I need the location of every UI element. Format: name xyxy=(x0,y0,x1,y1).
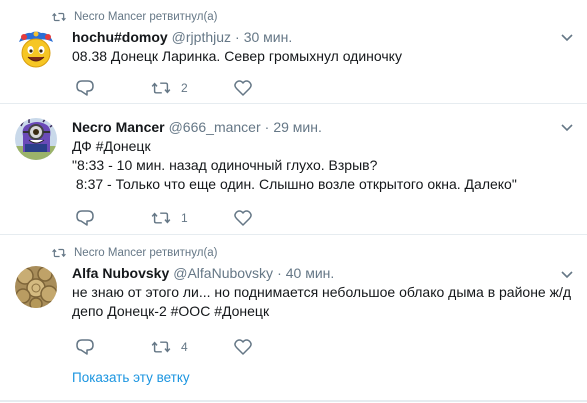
reply-button[interactable] xyxy=(76,208,94,228)
display-name[interactable]: Alfa Nubovsky xyxy=(72,265,169,281)
retweet-button[interactable]: 4 xyxy=(151,337,188,357)
retweet-icon xyxy=(151,341,171,353)
retweet-icon xyxy=(52,12,66,22)
timestamp[interactable]: 29 мин. xyxy=(273,119,322,135)
like-button[interactable] xyxy=(234,337,262,357)
retweet-icon xyxy=(52,248,66,258)
tweet-header: Necro Mancer @666_mancer · 29 мин. xyxy=(72,118,322,136)
reply-icon xyxy=(76,210,94,226)
heart-icon xyxy=(234,339,252,355)
chevron-down-icon[interactable] xyxy=(561,34,573,42)
reply-icon xyxy=(76,339,94,355)
retweet-icon xyxy=(151,82,171,94)
user-handle[interactable]: @rjpthjuz xyxy=(172,29,231,45)
avatar[interactable] xyxy=(15,266,57,308)
retweet-context-text[interactable]: Necro Mancer ретвитнул(а) xyxy=(74,11,218,23)
tweet-actions: 1 xyxy=(72,208,292,228)
user-handle[interactable]: @666_mancer xyxy=(169,119,261,135)
retweet-count: 4 xyxy=(181,340,188,354)
tweet-text-line: депо Донецк-2 #ООС #Донецк xyxy=(72,303,270,319)
retweet-context-text[interactable]: Necro Mancer ретвитнул(а) xyxy=(74,247,218,259)
separator-dot: · xyxy=(277,265,282,281)
tweet-2[interactable]: Necro Mancer @666_mancer · 29 мин. ДФ #Д… xyxy=(0,104,587,234)
tweet-1[interactable]: Necro Mancer ретвитнул(а) hochu#domoy @r… xyxy=(0,0,587,103)
heart-icon xyxy=(234,80,252,96)
avatar[interactable] xyxy=(15,118,57,160)
reply-button[interactable] xyxy=(76,337,94,357)
retweet-count: 2 xyxy=(181,81,188,95)
tweet-header: Alfa Nubovsky @AlfaNubovsky · 40 мин. xyxy=(72,264,334,282)
tweet-text: ДФ #Донецк "8:33 - 10 мин. назад одиночн… xyxy=(72,137,572,194)
retweet-button[interactable]: 2 xyxy=(151,78,188,98)
retweet-context: Necro Mancer ретвитнул(а) xyxy=(52,9,218,25)
separator-dot: · xyxy=(235,29,240,45)
display-name[interactable]: hochu#domoy xyxy=(72,29,168,45)
tweet-header: hochu#domoy @rjpthjuz · 30 мин. xyxy=(72,28,292,46)
avatar[interactable] xyxy=(15,28,57,70)
chevron-down-icon[interactable] xyxy=(561,271,573,279)
timeline-feed: Necro Mancer ретвитнул(а) hochu#domoy @r… xyxy=(0,0,587,403)
heart-icon xyxy=(234,210,252,226)
like-button[interactable] xyxy=(234,78,262,98)
retweet-icon xyxy=(151,212,171,224)
display-name[interactable]: Necro Mancer xyxy=(72,119,165,135)
tweet-text-line: 8:37 - Только что еще один. Слышно возле… xyxy=(72,176,517,192)
smiley-avatar-image xyxy=(15,28,57,70)
chevron-down-icon[interactable] xyxy=(561,124,573,132)
user-handle[interactable]: @AlfaNubovsky xyxy=(173,265,273,281)
timestamp[interactable]: 40 мин. xyxy=(286,265,335,281)
separator-dot: · xyxy=(264,119,270,135)
show-thread-link[interactable]: Показать эту ветку xyxy=(72,370,190,385)
tweet-actions: 2 xyxy=(72,78,292,98)
retweet-count: 1 xyxy=(181,211,188,225)
reply-button[interactable] xyxy=(76,78,94,98)
coin-pattern-avatar-image xyxy=(15,266,57,308)
tweet-actions: 4 xyxy=(72,337,292,357)
reply-icon xyxy=(76,80,94,96)
timestamp[interactable]: 30 мин. xyxy=(244,29,293,45)
tweet-text: не знаю от этого ли... но поднимается не… xyxy=(72,283,572,321)
like-button[interactable] xyxy=(234,208,262,228)
retweet-button[interactable]: 1 xyxy=(151,208,188,228)
minion-avatar-image xyxy=(15,118,57,160)
tweet-text-line: не знаю от этого ли... но поднимается не… xyxy=(72,284,572,300)
tweet-text: 08.38 Донецк Ларинка. Север громыхнул од… xyxy=(72,47,572,66)
tweet-text-line: ДФ #Донецк xyxy=(72,138,151,154)
feed-bottom-border xyxy=(0,400,587,402)
tweet-3[interactable]: Necro Mancer ретвитнул(а) Alfa Nubovsky … xyxy=(0,235,587,403)
tweet-text-line: "8:33 - 10 мин. назад одиночный глухо. В… xyxy=(72,157,378,173)
retweet-context: Necro Mancer ретвитнул(а) xyxy=(52,245,218,261)
tweet-text-line: 08.38 Донецк Ларинка. Север громыхнул од… xyxy=(72,48,402,64)
